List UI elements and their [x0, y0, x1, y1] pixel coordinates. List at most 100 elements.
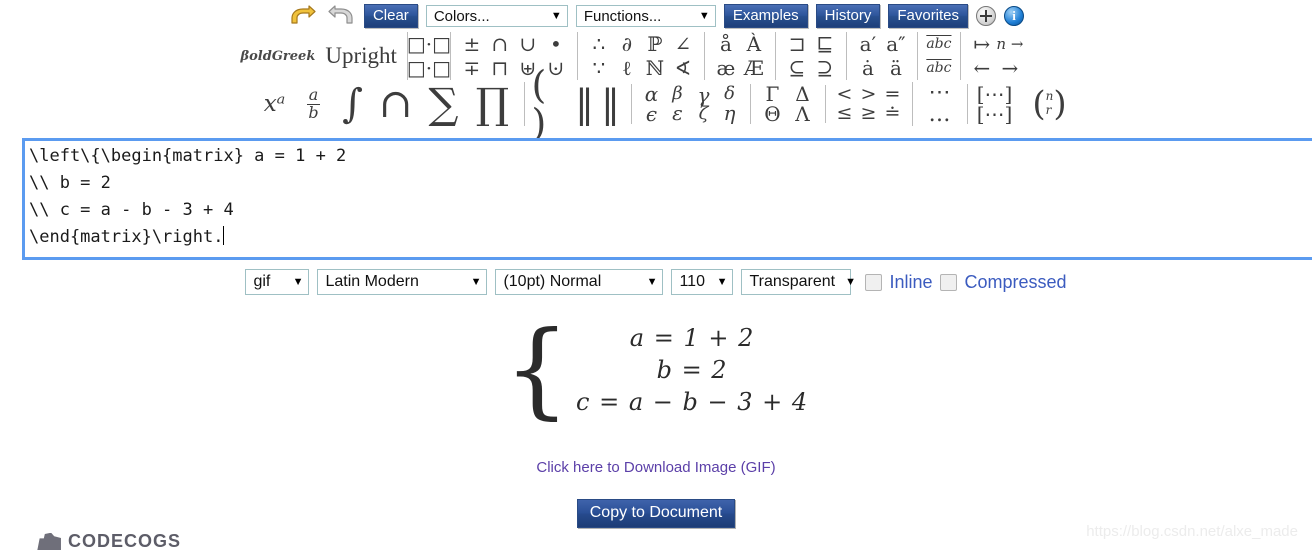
font-dropdown[interactable]: Latin Modern ▼ — [317, 269, 488, 295]
symbol-cell[interactable]: ε — [665, 103, 691, 123]
symbol-cell[interactable]: Λ — [788, 104, 818, 124]
output-options-bar: gif ▼ Latin Modern ▼ (10pt) Normal ▼ 110… — [0, 269, 1312, 295]
symbol-cell[interactable]: Æ — [740, 56, 768, 80]
functions-dropdown-value: Functions... — [583, 7, 662, 25]
boldgreek-toggle[interactable]: βoldGreek — [235, 49, 322, 64]
superscript-symbol[interactable]: xᵃ — [255, 84, 295, 124]
compressed-checkbox[interactable] — [940, 273, 958, 291]
symbol-cell[interactable]: Δ — [788, 84, 818, 104]
background-dropdown[interactable]: Transparent ▼ — [741, 269, 856, 295]
binom-values: n r — [1046, 89, 1054, 118]
undo-icon[interactable] — [288, 4, 318, 28]
integral-symbol[interactable]: ∫ — [333, 82, 373, 126]
colors-dropdown[interactable]: Colors... ▼ — [425, 5, 568, 27]
symbol-cell[interactable]: ∵ — [585, 56, 613, 80]
symbol-cell[interactable]: □·□ — [407, 56, 451, 80]
matrix-bracket-bottom: [⋯] — [976, 102, 1013, 126]
symbol-cell[interactable]: ⊆ — [783, 56, 811, 80]
latex-input[interactable]: \left\{\begin{matrix} a = 1 + 2 \\ b = 2… — [22, 138, 1312, 260]
symbol-cell[interactable]: Γ — [758, 84, 788, 104]
history-button[interactable]: History — [815, 4, 881, 28]
dpi-dropdown[interactable]: 110 ▼ — [671, 269, 734, 295]
symbol-cell[interactable]: n → — [996, 32, 1024, 56]
parentheses-symbol[interactable]: ( ) — [532, 66, 572, 142]
info-circle-icon[interactable]: i — [1004, 6, 1025, 26]
clear-button[interactable]: Clear — [363, 4, 418, 28]
palette-group-greek-upper: ΓΘ ΔΛ — [749, 84, 825, 124]
equation-line: a = 1 + 2 — [629, 324, 755, 352]
size-dropdown[interactable]: (10pt) Normal ▼ — [495, 269, 664, 295]
plus-circle-icon[interactable] — [976, 6, 997, 26]
symbol-cell[interactable]: ℕ — [641, 56, 669, 80]
symbol-cell[interactable]: ⊓ — [486, 56, 514, 80]
symbol-cell[interactable]: ⋯ — [920, 82, 960, 104]
equation-line: b = 2 — [656, 356, 728, 384]
palette-group-logic: ∴ ∵ ∂ ℓ ℙℕ ∠ ∢ — [576, 32, 704, 80]
summation-symbol[interactable]: ∑ — [419, 82, 469, 126]
inline-checkbox[interactable] — [865, 273, 883, 291]
symbol-cell[interactable]: ℓ — [613, 56, 641, 80]
undo-icon-svg — [291, 5, 316, 24]
symbol-cell[interactable]: ⊑ — [811, 32, 839, 56]
symbol-cell[interactable]: ϵ — [639, 104, 665, 124]
chevron-down-icon: ▼ — [292, 276, 304, 288]
symbol-cell[interactable]: ∪ — [514, 32, 542, 56]
functions-dropdown[interactable]: Functions... ▼ — [575, 5, 716, 27]
symbol-cell[interactable]: ↦ — [968, 32, 996, 56]
symbol-cell[interactable]: ℙ — [641, 32, 669, 56]
symbol-cell[interactable]: ≤ — [833, 104, 857, 123]
symbol-cell[interactable]: À — [740, 32, 768, 56]
symbol-cell[interactable]: → — [996, 56, 1024, 80]
favorites-button[interactable]: Favorites — [888, 4, 969, 28]
symbol-cell[interactable]: ä — [882, 56, 910, 80]
symbol-cell[interactable]: η — [717, 103, 743, 123]
upright-toggle[interactable]: Upright — [321, 43, 407, 69]
symbol-cell[interactable]: α — [639, 84, 665, 104]
examples-button[interactable]: Examples — [723, 4, 808, 28]
matrix-bracket-top: [⋯] — [976, 82, 1013, 106]
codecogs-logo[interactable]: CODECOGS — [36, 533, 181, 550]
copy-to-document-button[interactable]: Copy to Document — [576, 499, 736, 528]
symbol-cell[interactable]: a′ — [854, 32, 882, 56]
symbol-cell[interactable]: æ — [712, 56, 740, 80]
symbol-cell[interactable]: … — [920, 104, 960, 126]
matrix-symbol[interactable]: [⋯] [⋯] — [975, 84, 1015, 124]
product-symbol[interactable]: ∏ — [469, 82, 517, 126]
format-dropdown[interactable]: gif ▼ — [245, 269, 310, 295]
symbol-cell[interactable]: a″ — [882, 32, 910, 56]
symbol-cell[interactable]: ± — [458, 32, 486, 56]
symbol-cell[interactable]: ∠ — [669, 32, 697, 56]
inline-label[interactable]: Inline — [889, 272, 932, 293]
symbol-cell[interactable]: ≐ — [881, 104, 905, 123]
symbol-cell[interactable]: ∢ — [669, 56, 697, 80]
intersection-symbol[interactable]: ∩ — [373, 82, 419, 126]
palette-row-big-symbols: xᵃ a b ∫ ∩ ∑ ∏ ( ) ‖ ‖ αϵ β ε γ ζ δ η Γ … — [235, 66, 1078, 142]
palette-group-accents: åæ ÀÆ — [703, 32, 775, 80]
symbol-cell[interactable]: abc — [925, 32, 953, 56]
redo-icon[interactable] — [326, 4, 356, 28]
symbol-cell[interactable]: ζ — [691, 105, 717, 123]
symbol-cell[interactable]: ∴ — [585, 32, 613, 56]
norm-symbol[interactable]: ‖ — [598, 82, 624, 126]
symbol-cell[interactable]: • — [542, 32, 570, 56]
symbol-cell[interactable]: ∓ — [458, 56, 486, 80]
symbol-cell[interactable]: ȧ — [854, 56, 882, 80]
fraction-symbol[interactable]: a b — [295, 84, 333, 124]
symbol-cell[interactable]: ⊇ — [811, 56, 839, 80]
download-image-link[interactable]: Click here to Download Image (GIF) — [0, 459, 1312, 476]
symbol-cell[interactable]: □·□ — [407, 32, 451, 56]
symbol-cell[interactable]: Θ — [758, 104, 788, 124]
compressed-label[interactable]: Compressed — [964, 272, 1066, 293]
symbol-cell[interactable]: γ — [691, 85, 717, 105]
symbol-cell[interactable]: ← — [968, 56, 996, 80]
symbol-cell[interactable]: ∩ — [486, 32, 514, 56]
binomial-symbol[interactable]: ( n r ) — [1029, 83, 1071, 125]
symbol-cell[interactable]: ≥ — [857, 104, 881, 123]
symbol-cell[interactable]: abc — [925, 56, 953, 80]
symbol-cell[interactable]: ⊐ — [783, 32, 811, 56]
palette-group-boxes: □·□ □·□ — [407, 32, 451, 80]
symbol-cell[interactable]: å — [712, 32, 740, 56]
latex-line: \\ c = a - b - 3 + 4 — [29, 200, 234, 220]
norm-symbol[interactable]: ‖ — [572, 82, 598, 126]
symbol-cell[interactable]: ∂ — [613, 32, 641, 56]
